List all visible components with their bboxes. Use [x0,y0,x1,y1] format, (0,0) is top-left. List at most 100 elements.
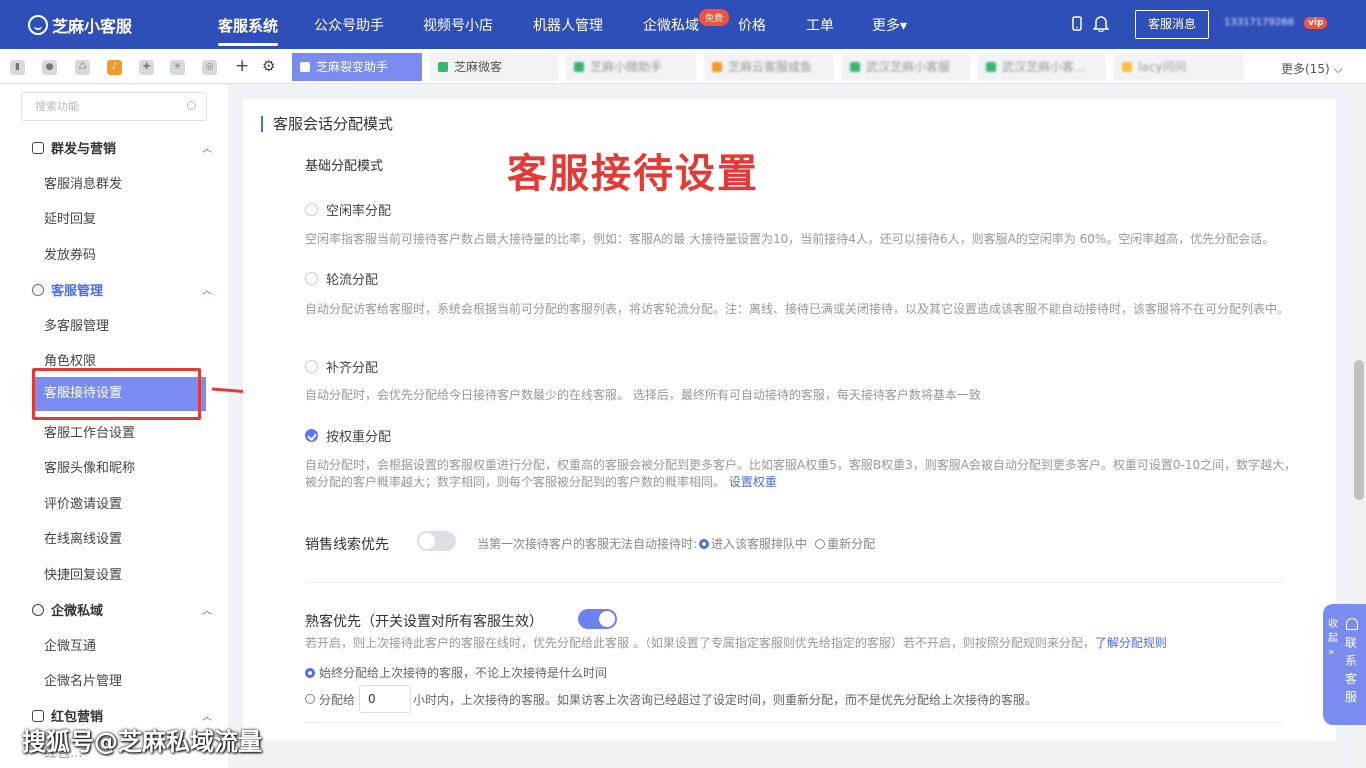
radio-idle-rate[interactable]: 空闲率分配 [305,200,391,219]
tab-item[interactable]: 芝麻微客 [430,53,558,81]
chevron-up-icon[interactable]: ︿ [202,140,212,155]
radio-within-hours[interactable]: 分配给 0 小时内，上次接待的客服。如果访客上次咨询已经超过了设定时间，则重新分… [305,685,1037,713]
top-navbar: 芝麻小客服 客服系统 公众号助手 视频号小店 机器人管理 企微私域 价格 工单 … [0,0,1366,49]
app-logo[interactable]: 芝麻小客服 [28,13,132,37]
radio-label: 轮流分配 [326,273,379,288]
radio-circle [305,203,318,216]
tab-label: 芝麻裂变助手 [316,60,389,74]
radio-weight[interactable]: 按权重分配 [305,426,391,445]
set-weight-link[interactable]: 设置权重 [729,475,777,489]
sidebar-item[interactable]: 评价邀请设置 [44,493,122,512]
group-broadcast[interactable]: 群发与营销 [32,138,116,157]
group-title: 企微私域 [51,604,104,619]
tab-item[interactable]: 武汉芝麻小客服 [842,53,970,81]
toggle-knob [419,533,435,549]
sales-lead-toggle[interactable] [417,531,456,551]
app-icon [712,62,722,72]
sidebar-item[interactable]: 客服工作台设置 [44,422,135,441]
radio-round-robin[interactable]: 轮流分配 [305,269,378,288]
broadcast-icon [32,141,44,154]
chat-icon[interactable]: ● [42,60,57,75]
tab-item[interactable]: 芝麻裂变助手 [292,53,422,81]
divider [305,722,1283,723]
app-icon [1122,62,1132,72]
option-description: 自动分配时，会优先分配给今日接待客户数最少的在线客服。 选择后，最终所有可自动接… [305,388,981,402]
add-tab-icon[interactable]: + [235,56,249,76]
tab-item[interactable]: 武汉芝麻小客... [978,53,1106,81]
section-title: 客服会话分配模式 [261,116,393,132]
music-icon[interactable]: ♪ [107,60,122,75]
gear-icon[interactable]: ⚙ [262,57,275,75]
nav-wecom[interactable]: 企微私域 [643,15,699,35]
nav-robot[interactable]: 机器人管理 [533,15,603,35]
radio-reassign[interactable]: 重新分配 [815,535,875,552]
free-badge: 免费 [699,9,730,26]
bell-icon[interactable] [1093,15,1109,32]
sidebar-item[interactable]: 发放券码 [44,244,96,263]
tab-item[interactable]: 芝麻云客服咸鱼 [704,53,834,81]
app-icon [438,62,448,72]
learn-rules-link[interactable]: 了解分配规则 [1095,636,1167,650]
sidebar-item[interactable]: 在线离线设置 [44,528,122,547]
chevron-up-icon[interactable]: ︿ [202,282,212,297]
sidebar-item[interactable]: 企微名片管理 [44,670,122,689]
radio-circle [815,538,826,549]
nav-ticket[interactable]: 工单 [806,15,834,35]
sidebar-item[interactable]: 客服头像和昵称 [44,457,135,476]
floating-service-panel[interactable]: 收起 » 联系客服 [1323,604,1366,725]
radio-balance[interactable]: 补齐分配 [305,357,378,376]
chevron-up-icon[interactable]: ︿ [202,708,212,723]
wecom-icon [32,603,44,616]
tab-label: 芝麻云客服咸鱼 [728,60,813,74]
user-phone[interactable]: 13317179268 [1224,17,1294,28]
asterisk-icon[interactable]: ✳ [170,60,185,75]
tab-label: 芝麻小微助手 [590,60,663,74]
option-description: 空闲率指客服当前可接待客户数占最大接待量的比率，例如：客服A的最 大接待量设置为… [305,232,1275,246]
group-wecom[interactable]: 企微私域 [32,600,103,619]
recycle-icon[interactable]: ♺ [75,60,90,75]
annotation-title: 客服接待设置 [507,151,759,197]
sidebar-item[interactable]: 客服消息群发 [44,173,122,192]
nav-video-shop[interactable]: 视频号小店 [423,15,493,35]
search-input[interactable]: 搜索功能 [21,92,207,121]
tab-item[interactable]: 芝麻小微助手 [566,53,696,81]
kefu-message-button[interactable]: 客服消息 [1135,10,1209,39]
tab-item[interactable]: lacy问问 [1114,53,1244,81]
sidebar-item[interactable]: 快捷回复设置 [44,564,122,583]
familiar-label: 熟客优先（开关设置对所有客服生效） [305,614,543,630]
nav-mp-assistant[interactable]: 公众号助手 [314,15,384,35]
radio-queue[interactable]: 进入该客服排队中 [699,535,807,552]
chevron-up-icon[interactable]: ︿ [202,602,212,617]
doc-icon[interactable]: ▮ [10,60,25,75]
radio-label: 空闲率分配 [326,204,392,219]
option-description: 自动分配访客给客服时，系统会根据当前可分配的客服列表，将访客轮流分配。注：离线、… [305,302,1290,316]
contact-service-button[interactable]: 联系客服 [1345,634,1359,706]
group-title: 客服管理 [51,284,104,299]
puzzle-icon[interactable]: ✚ [139,60,154,75]
tab-label: 武汉芝麻小客... [1002,60,1086,74]
nav-price[interactable]: 价格 [738,15,766,35]
sidebar-item[interactable]: 企微互通 [44,635,96,654]
sidebar-item[interactable]: 延时回复 [44,208,96,227]
radio-circle [305,360,318,373]
group-kefu-manage[interactable]: 客服管理 [32,280,103,299]
hours-input[interactable]: 0 [359,685,412,713]
tabs-more[interactable]: 更多(15) ⌵ [1281,60,1343,77]
collapse-button[interactable]: 收起 » [1328,618,1338,660]
headset-icon [1346,618,1358,630]
sidebar-item[interactable]: 多客服管理 [44,315,109,334]
nav-kefu-system[interactable]: 客服系统 [218,15,279,46]
nav-more[interactable]: 更多▾ [872,15,907,35]
redpacket-icon [32,709,44,722]
sales-lead-label: 销售线索优先 [305,537,389,553]
tab-label: 武汉芝麻小客服 [866,60,951,74]
radio-always[interactable]: 始终分配给上次接待的客服，不论上次接待是什么时间 [305,664,607,681]
sales-hint: 当第一次接待客户的客服无法自动接待时: [477,537,698,551]
scrollbar-thumb[interactable] [1354,360,1364,500]
familiar-toggle[interactable] [578,609,617,629]
sidebar-item[interactable]: 角色权限 [44,350,96,369]
settings-app-icon[interactable]: ◎ [202,60,217,75]
mobile-icon[interactable] [1071,16,1083,32]
basic-mode-label: 基础分配模式 [305,159,384,174]
watermark: 搜狐号@芝麻私域流量 [22,728,262,756]
